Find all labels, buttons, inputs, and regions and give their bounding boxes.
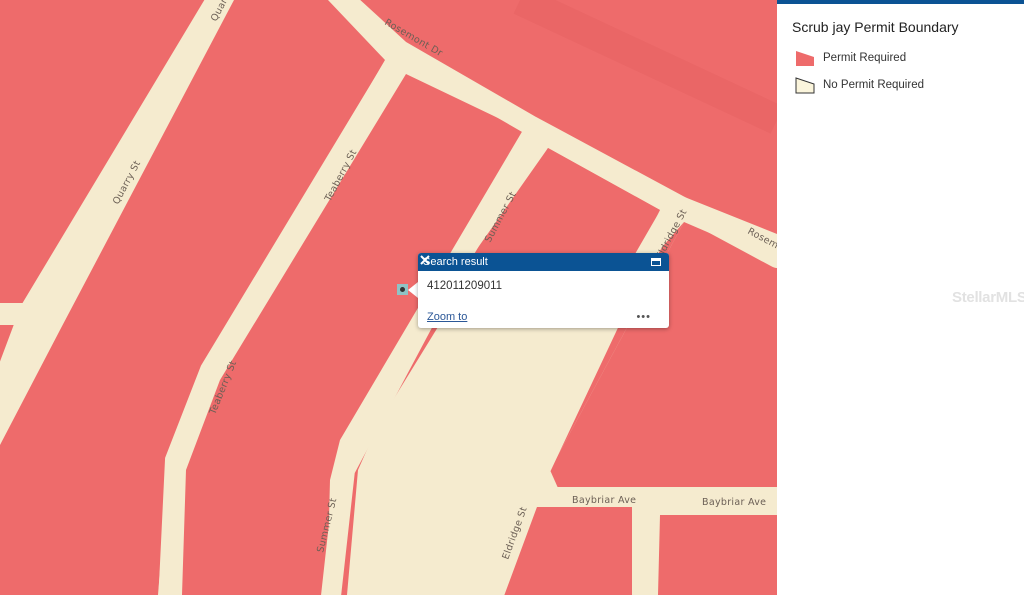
popup-header: Search result: [418, 253, 669, 271]
no-permit-required-swatch-icon: [795, 77, 815, 94]
map-view[interactable]: Quarry Quarry St Rosemont Dr Rosemo Teab…: [0, 0, 777, 595]
close-icon[interactable]: [418, 253, 432, 267]
legend-title: Scrub jay Permit Boundary: [792, 19, 959, 35]
popup-title: Search result: [423, 256, 488, 268]
search-result-marker[interactable]: [397, 284, 408, 295]
parcel-id: 412011209011: [427, 280, 503, 292]
parcel: [658, 515, 777, 595]
legend-panel: Scrub jay Permit Boundary Permit Require…: [777, 0, 1024, 595]
legend-accent-bar: [777, 0, 1024, 4]
more-options-button[interactable]: •••: [636, 311, 651, 323]
street-label-baybriar-2: Baybriar Ave: [702, 497, 766, 508]
legend-item-permit-required: Permit Required: [795, 48, 906, 68]
permit-required-swatch-icon: [796, 51, 814, 66]
street-label-baybriar-1: Baybriar Ave: [572, 495, 636, 506]
legend-label-permit-required: Permit Required: [823, 52, 907, 64]
search-result-popup: Search result 412011209011 Zoom to •••: [418, 253, 669, 328]
marker-dot: [400, 287, 405, 292]
zoom-to-link[interactable]: Zoom to: [427, 311, 467, 323]
maximize-icon[interactable]: [651, 258, 661, 266]
legend-label-no-permit-required: No Permit Required: [823, 79, 924, 91]
watermark-text: StellarMLS: [952, 289, 1024, 306]
popup-pointer: [408, 282, 418, 298]
legend-item-no-permit-required: No Permit Required: [795, 75, 924, 95]
